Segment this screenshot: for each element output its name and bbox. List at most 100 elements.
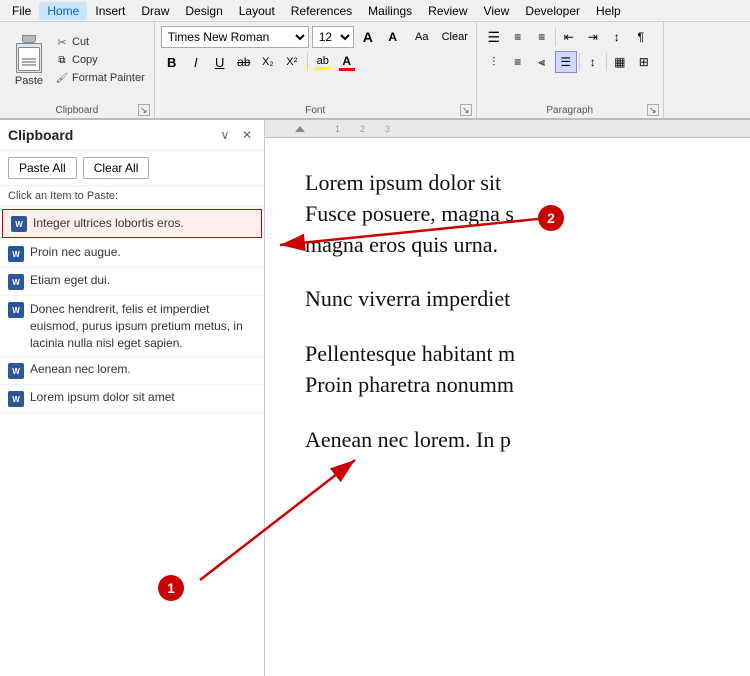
menu-developer[interactable]: Developer — [517, 2, 588, 20]
clipboard-expand-button[interactable]: ↘ — [138, 104, 150, 116]
list-item[interactable]: W Integer ultrices lobortis eros. — [2, 209, 262, 238]
font-shrink-button[interactable]: A — [382, 26, 404, 48]
menu-draw[interactable]: Draw — [133, 2, 177, 20]
align-center-button[interactable]: ≡ — [507, 51, 529, 73]
clip-item-text: Proin nec augue. — [30, 245, 121, 259]
menu-layout[interactable]: Layout — [231, 2, 283, 20]
multilevel-list-button[interactable]: ≡ — [531, 26, 553, 48]
word-doc-icon: W — [11, 216, 27, 232]
strikethrough-button[interactable]: ab — [233, 51, 255, 73]
bullets-button[interactable]: ☰ — [483, 26, 505, 48]
numbered-list-button[interactable]: ≡ — [507, 26, 529, 48]
word-doc-icon: W — [8, 302, 24, 318]
menu-help[interactable]: Help — [588, 2, 629, 20]
word-doc-icon: W — [8, 391, 24, 407]
word-doc-icon: W — [8, 246, 24, 262]
menu-review[interactable]: Review — [420, 2, 475, 20]
cut-label: Cut — [72, 36, 89, 48]
format-painter-button[interactable]: 🖌 Format Painter — [52, 70, 148, 86]
menu-design[interactable]: Design — [177, 2, 230, 20]
text-highlight-button[interactable]: ab — [312, 51, 334, 73]
font-grow-button[interactable]: A — [357, 26, 379, 48]
copy-icon: ⧉ — [55, 53, 69, 67]
align-left-button[interactable]: ⫶ — [483, 51, 505, 73]
annotation-circle-2: 2 — [538, 205, 564, 231]
ribbon-font-section: Times New Roman Arial Calibri 12 10 14 A… — [155, 22, 477, 118]
bold-button[interactable]: B — [161, 51, 183, 73]
menu-bar: File Home Insert Draw Design Layout Refe… — [0, 0, 750, 22]
list-item[interactable]: W Etiam eget dui. — [0, 268, 264, 296]
sort-button[interactable]: ↕ — [606, 26, 628, 48]
menu-mailings[interactable]: Mailings — [360, 2, 420, 20]
paste-icon — [11, 33, 47, 73]
clip-item-text: Aenean nec lorem. — [30, 362, 131, 376]
paste-label: Paste — [15, 75, 43, 87]
clipboard-section-label: Clipboard — [0, 105, 154, 116]
copy-label: Copy — [72, 54, 98, 66]
annotation-circle-1: 1 — [158, 575, 184, 601]
clipboard-items-list: W Integer ultrices lobortis eros. W Proi… — [0, 207, 264, 676]
superscript-button[interactable]: X² — [281, 51, 303, 73]
clip-item-text: Etiam eget dui. — [30, 273, 110, 287]
subscript-button[interactable]: X₂ — [257, 51, 279, 73]
menu-references[interactable]: References — [283, 2, 360, 20]
paragraph-expand-button[interactable]: ↘ — [647, 104, 659, 116]
clipboard-panel: Clipboard ∨ ✕ Paste All Clear All Click … — [0, 120, 265, 676]
doc-paragraph-4: Aenean nec lorem. In p — [305, 425, 720, 456]
doc-paragraph-2: Nunc viverra imperdiet — [305, 284, 720, 315]
justify-button[interactable]: ☰ — [555, 51, 577, 73]
copy-button[interactable]: ⧉ Copy — [52, 52, 148, 68]
panel-close-button[interactable]: ✕ — [238, 126, 256, 144]
panel-hint: Click an Item to Paste: — [8, 190, 118, 202]
clip-item-text: Integer ultrices lobortis eros. — [33, 215, 184, 232]
doc-paragraph-3: Pellentesque habitant mProin pharetra no… — [305, 339, 720, 401]
list-item[interactable]: W Proin nec augue. — [0, 240, 264, 268]
paragraph-section-label: Paragraph — [477, 105, 663, 116]
panel-title: Clipboard — [8, 127, 73, 143]
doc-paragraph-1: Lorem ipsum dolor sitFusce posuere, magn… — [305, 168, 720, 260]
scissors-icon: ✂ — [55, 35, 69, 49]
ribbon-clipboard-section: Paste ✂ Cut ⧉ Copy 🖌 Format Painter — [0, 22, 155, 118]
ribbon-paragraph-section: ☰ ≡ ≡ ⇤ ⇥ ↕ ¶ ⫶ ≡ ⫷ ☰ ↕ ▦ ⊞ Paragraph — [477, 22, 664, 118]
menu-view[interactable]: View — [476, 2, 518, 20]
borders-button[interactable]: ⊞ — [633, 51, 655, 73]
align-right-button[interactable]: ⫷ — [531, 51, 553, 73]
word-doc-icon: W — [8, 274, 24, 290]
list-item[interactable]: W Donec hendrerit, felis et imperdiet eu… — [0, 296, 264, 357]
clip-item-text: Donec hendrerit, felis et imperdiet euis… — [30, 301, 256, 351]
ribbon: Paste ✂ Cut ⧉ Copy 🖌 Format Painter — [0, 22, 750, 120]
font-section-label: Font — [155, 105, 476, 116]
document-area: 123 Lorem ipsum dolor sitFusce posuere, … — [265, 120, 750, 676]
menu-insert[interactable]: Insert — [87, 2, 133, 20]
ruler: 123 — [265, 120, 750, 138]
main-layout: Clipboard ∨ ✕ Paste All Clear All Click … — [0, 120, 750, 676]
line-spacing-button[interactable]: ↕ — [582, 51, 604, 73]
document-page[interactable]: Lorem ipsum dolor sitFusce posuere, magn… — [265, 138, 750, 676]
clear-formatting-button[interactable]: Clear — [440, 26, 470, 48]
menu-home[interactable]: Home — [39, 2, 87, 20]
clear-all-button[interactable]: Clear All — [83, 157, 150, 179]
font-size-select[interactable]: 12 10 14 — [312, 26, 354, 48]
increase-indent-button[interactable]: ⇥ — [582, 26, 604, 48]
italic-button[interactable]: I — [185, 51, 207, 73]
panel-collapse-button[interactable]: ∨ — [216, 126, 234, 144]
paint-brush-icon: 🖌 — [55, 71, 69, 85]
font-name-select[interactable]: Times New Roman Arial Calibri — [161, 26, 309, 48]
word-doc-icon: W — [8, 363, 24, 379]
decrease-indent-button[interactable]: ⇤ — [558, 26, 580, 48]
app-window: File Home Insert Draw Design Layout Refe… — [0, 0, 750, 676]
underline-button[interactable]: U — [209, 51, 231, 73]
show-marks-button[interactable]: ¶ — [630, 26, 652, 48]
cut-button[interactable]: ✂ Cut — [52, 34, 148, 50]
list-item[interactable]: W Aenean nec lorem. — [0, 357, 264, 385]
change-case-button[interactable]: Aa — [407, 26, 437, 48]
list-item[interactable]: W Lorem ipsum dolor sit amet — [0, 385, 264, 413]
clip-item-text: Lorem ipsum dolor sit amet — [30, 390, 175, 404]
menu-file[interactable]: File — [4, 2, 39, 20]
font-expand-button[interactable]: ↘ — [460, 104, 472, 116]
format-painter-label: Format Painter — [72, 72, 145, 84]
shading-button[interactable]: ▦ — [609, 51, 631, 73]
font-color-button[interactable]: A — [336, 51, 358, 73]
paste-all-button[interactable]: Paste All — [8, 157, 77, 179]
paste-button[interactable]: Paste — [6, 26, 52, 94]
